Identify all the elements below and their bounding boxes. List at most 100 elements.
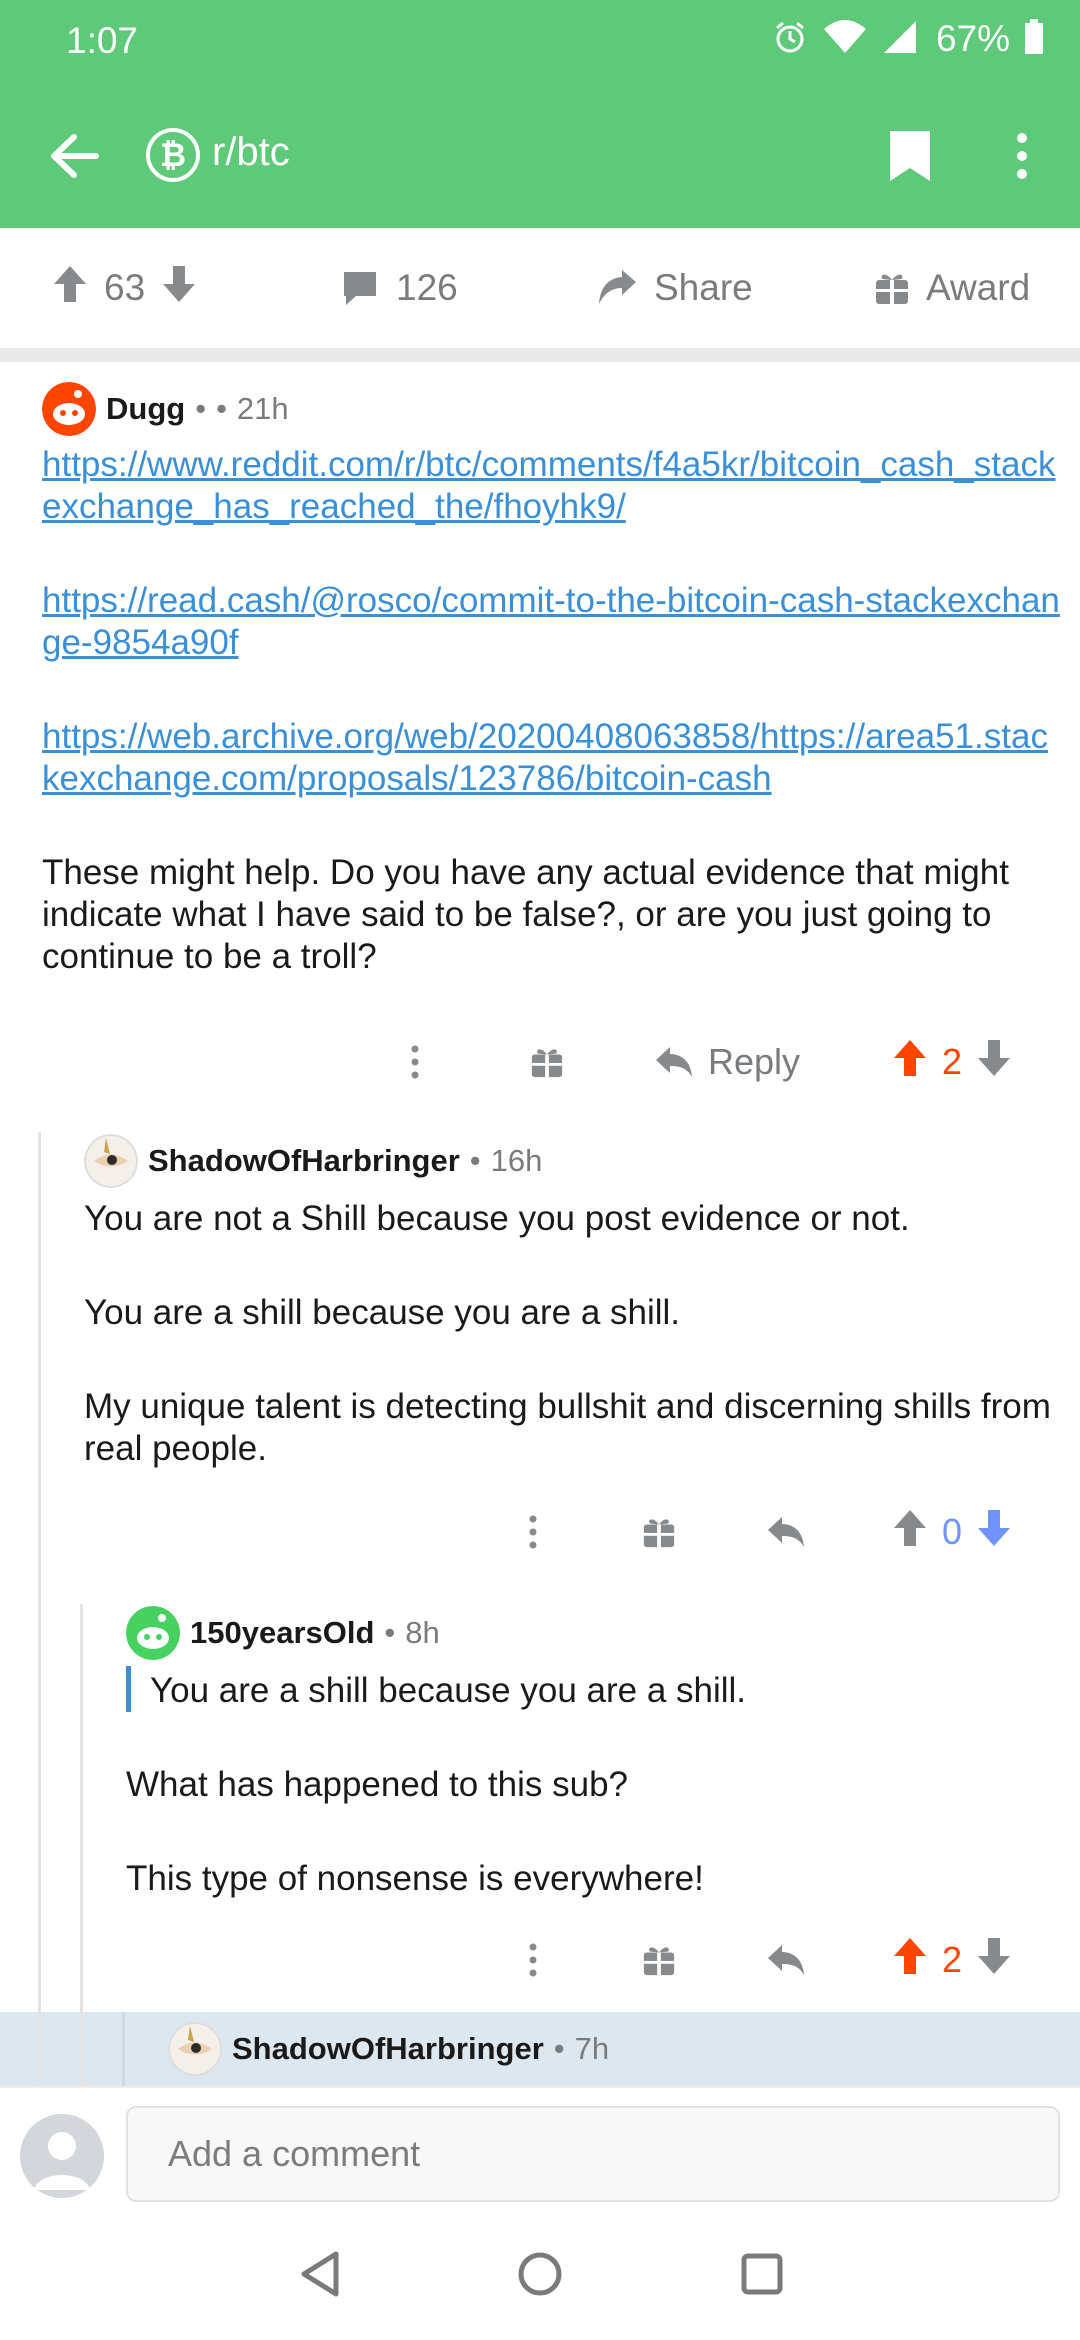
gift-icon: [643, 1947, 675, 1976]
comment-count: 126: [396, 267, 458, 308]
battery-percent: 67%: [935, 18, 1010, 59]
nav-home-button[interactable]: [508, 2242, 572, 2306]
comment-username[interactable]: Dugg: [106, 391, 185, 427]
separator-dot: •: [469, 1143, 481, 1178]
quote-bar: [126, 1666, 131, 1712]
arrow-down-icon: [163, 265, 196, 302]
comment-username[interactable]: ShadowOfHarbringer: [148, 1143, 460, 1179]
upvote-button[interactable]: [52, 264, 88, 313]
app-header: 1:07 67% ₿ r/btc: [0, 0, 1080, 228]
more-vertical-icon: [411, 1045, 419, 1079]
comment-text: What has happened to this sub?: [126, 1765, 629, 1804]
share-button[interactable]: Share: [596, 258, 753, 318]
gift-icon: [531, 1049, 563, 1078]
nav-recents-button[interactable]: [730, 2242, 794, 2306]
downvote-button[interactable]: [161, 264, 197, 313]
comment-username[interactable]: 150yearsOld: [190, 1615, 374, 1651]
reply-button[interactable]: [766, 1930, 806, 1990]
comment-header: ShadowOfHarbringer • 7h: [168, 2022, 609, 2076]
share-arrow-icon: [599, 270, 636, 304]
comment-quote: You are a shill because you are a shill.: [150, 1670, 1050, 1712]
comment-vote-group: 2: [892, 1930, 1012, 1990]
comment-username[interactable]: ShadowOfHarbringer: [232, 2031, 544, 2067]
post-vote-group: 63: [52, 258, 197, 318]
comment-actions: Reply 2: [0, 1032, 1080, 1092]
square-recents-icon: [741, 2253, 783, 2295]
comment-more-button[interactable]: [528, 1930, 538, 1990]
alarm-icon: [772, 19, 808, 60]
bookmark-button[interactable]: [880, 124, 940, 188]
status-bar: 1:07 67%: [0, 0, 1080, 80]
section-divider: [0, 348, 1080, 362]
gift-icon: [876, 274, 908, 304]
subreddit-name[interactable]: r/btc: [212, 130, 290, 175]
comment-link[interactable]: https://www.reddit.com/r/btc/comments/f4…: [42, 445, 1055, 526]
share-label: Share: [654, 267, 753, 308]
comment-actions: 2: [0, 1930, 1080, 1990]
avatar[interactable]: [168, 2022, 222, 2076]
highlighted-comment[interactable]: ShadowOfHarbringer • 7h: [0, 2012, 1080, 2086]
comment-score: 0: [942, 1511, 963, 1552]
status-time: 1:07: [66, 20, 139, 61]
comment-body: You are not a Shill because you post evi…: [84, 1198, 1054, 1470]
bookmark-icon: [890, 131, 930, 181]
comment-text: This type of nonsense is everywhere!: [126, 1859, 704, 1898]
comment-age: 7h: [574, 2031, 610, 2066]
arrow-down-icon: [978, 1039, 1011, 1076]
system-nav-bar: [0, 2208, 1080, 2340]
avatar[interactable]: [84, 1134, 138, 1188]
reply-button[interactable]: Reply: [654, 1032, 800, 1092]
comment-award-button[interactable]: [530, 1032, 564, 1092]
comment-header: 150yearsOld • 8h: [126, 1606, 440, 1660]
gift-icon: [643, 1519, 675, 1548]
comments-button[interactable]: 126: [340, 258, 458, 318]
more-vertical-icon: [1017, 133, 1027, 179]
arrow-up-icon: [894, 1509, 926, 1546]
arrow-up-icon: [894, 1937, 926, 1974]
comment-award-button[interactable]: [642, 1930, 676, 1990]
user-avatar[interactable]: [20, 2114, 104, 2198]
award-button[interactable]: Award: [874, 258, 1030, 318]
reply-arrow-icon: [768, 1945, 804, 1975]
upvote-button[interactable]: [892, 1038, 928, 1087]
comment-header: Dugg • • 21h: [42, 382, 289, 436]
comment-body: What has happened to this sub? This type…: [126, 1764, 1056, 1900]
comment-actions: 0: [0, 1502, 1080, 1562]
thread-line: [122, 2012, 125, 2086]
quote-text: You are a shill because you are a shill.: [150, 1671, 747, 1710]
downvote-button[interactable]: [976, 1038, 1012, 1087]
comment-input[interactable]: Add a comment: [126, 2106, 1060, 2202]
comment-vote-group: 0: [892, 1502, 1012, 1562]
signal-icon: [882, 19, 918, 60]
downvote-button[interactable]: [976, 1508, 1012, 1557]
more-vertical-icon: [529, 1943, 537, 1977]
reply-label: Reply: [708, 1041, 801, 1082]
arrow-up-icon: [54, 265, 86, 302]
comment-header: ShadowOfHarbringer • 16h: [84, 1134, 542, 1188]
avatar[interactable]: [42, 382, 96, 436]
comment-award-button[interactable]: [642, 1502, 676, 1562]
separator-dot: •: [195, 391, 207, 426]
reply-arrow-icon: [768, 1517, 804, 1547]
comment-link[interactable]: https://read.cash/@rosco/commit-to-the-b…: [42, 581, 1060, 662]
avatar[interactable]: [126, 1606, 180, 1660]
reply-button[interactable]: [766, 1502, 806, 1562]
upvote-button[interactable]: [892, 1936, 928, 1985]
comment-link[interactable]: https://web.archive.org/web/202004080638…: [42, 717, 1048, 798]
comment-more-button[interactable]: [528, 1502, 538, 1562]
nav-back-button[interactable]: [288, 2242, 352, 2306]
back-button[interactable]: [40, 122, 108, 190]
downvote-button[interactable]: [976, 1936, 1012, 1985]
wifi-icon: [822, 19, 868, 60]
arrow-up-icon: [894, 1039, 926, 1076]
status-icons: 67%: [772, 18, 1044, 60]
comment-score: 2: [942, 1041, 963, 1082]
more-options-button[interactable]: [1000, 124, 1044, 188]
comment-text: You are not a Shill because you post evi…: [84, 1199, 910, 1238]
app-bar: ₿ r/btc: [0, 100, 1080, 210]
comment-body: https://www.reddit.com/r/btc/comments/f4…: [42, 444, 1062, 978]
comment-more-button[interactable]: [410, 1032, 420, 1092]
comment-text: These might help. Do you have any actual…: [42, 853, 1009, 976]
upvote-button[interactable]: [892, 1508, 928, 1557]
comment-age: 8h: [405, 1615, 440, 1650]
